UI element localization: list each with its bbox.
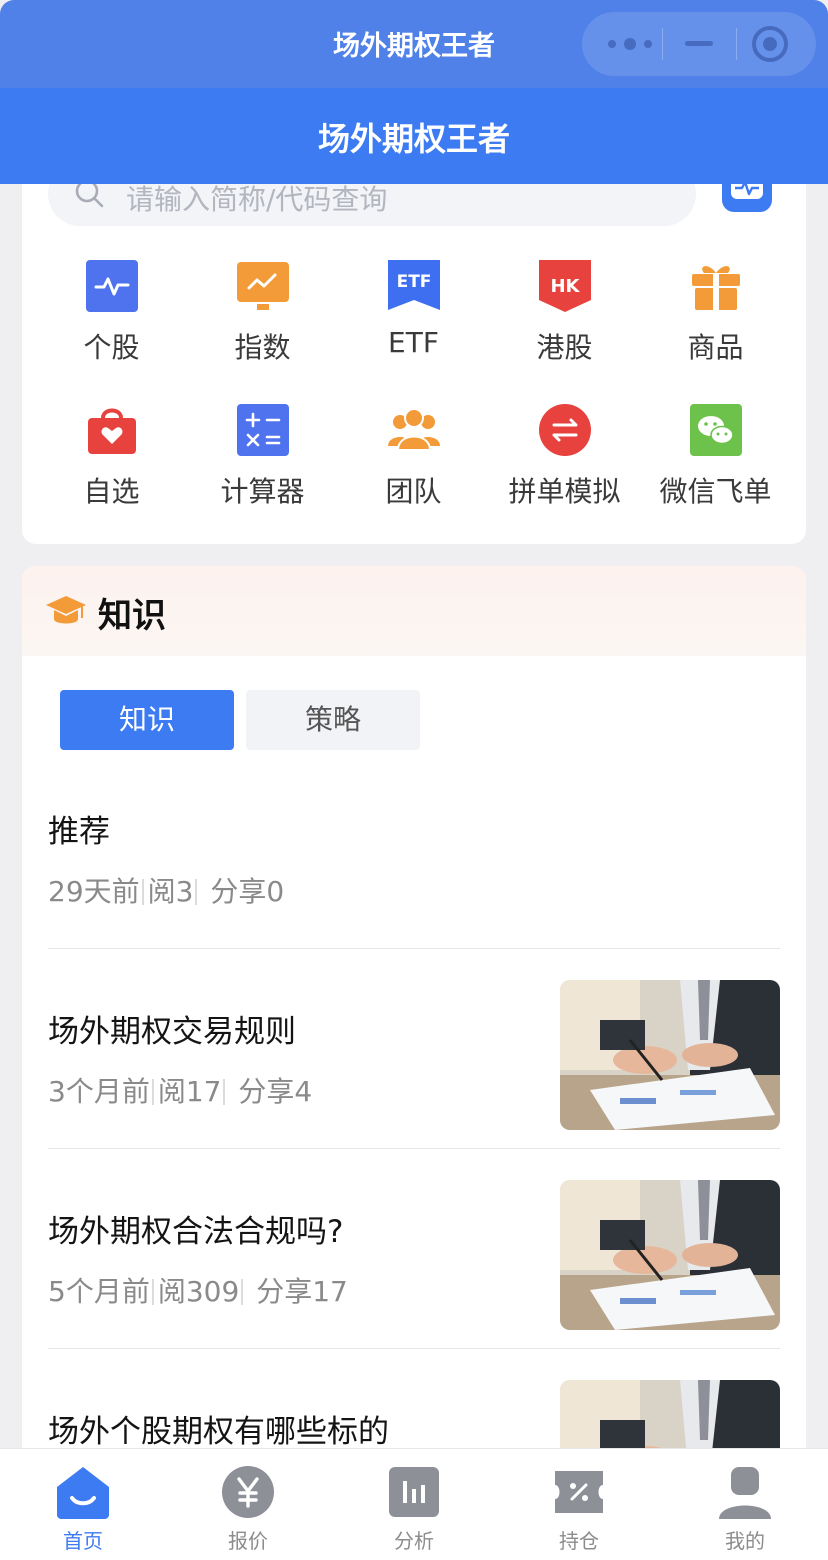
position-ticket-icon bbox=[555, 1471, 603, 1513]
svg-text:ETF: ETF bbox=[397, 272, 432, 292]
grid-label: 微信飞单 bbox=[659, 475, 772, 508]
grid-label: 商品 bbox=[687, 331, 744, 364]
divider bbox=[48, 1348, 780, 1349]
grid-item-merge-simulation[interactable]: 拼单模拟 bbox=[489, 404, 640, 514]
tabbar-label: 我的 bbox=[725, 1529, 765, 1553]
search-placeholder: 请输入简称/代码查询 bbox=[126, 183, 388, 216]
close-miniprogram-icon[interactable] bbox=[752, 26, 788, 62]
calculator-icon bbox=[237, 404, 289, 456]
feature-card: 请输入简称/代码查询 个股 指数 ETF ETF HK 港股 商品 自选 计算器… bbox=[22, 150, 806, 544]
article-title: 推荐 bbox=[48, 814, 110, 850]
grid-item-wechat-order[interactable]: 微信飞单 bbox=[640, 404, 791, 514]
tab-knowledge[interactable]: 知识 bbox=[60, 690, 234, 750]
graduation-cap-icon bbox=[46, 596, 86, 624]
knowledge-title: 知识 bbox=[98, 596, 166, 636]
article-item[interactable]: 场外期权合法合规吗? 5个月前 阅309 分享17 bbox=[48, 1180, 780, 1380]
divider bbox=[48, 1148, 780, 1149]
divider bbox=[48, 948, 780, 949]
grid-label: 计算器 bbox=[220, 475, 305, 508]
grid-item-favorites[interactable]: 自选 bbox=[36, 404, 187, 514]
grid-label: 拼单模拟 bbox=[508, 475, 621, 508]
tabbar-label: 报价 bbox=[228, 1529, 268, 1553]
tabbar-label: 首页 bbox=[63, 1529, 103, 1553]
grid-label: 指数 bbox=[234, 331, 291, 364]
article-shares: 分享0 bbox=[210, 875, 285, 908]
exchange-icon bbox=[539, 404, 591, 456]
team-icon bbox=[388, 408, 440, 451]
article-reads: 阅309 bbox=[157, 1275, 240, 1308]
bottom-tab-bar: 首页 报价 分析 持仓 我的 bbox=[0, 1448, 828, 1560]
article-thumbnail bbox=[560, 980, 780, 1130]
mini-program-bar: 场外期权王者 bbox=[0, 0, 828, 88]
article-item[interactable]: 场外期权交易规则 3个月前 阅17 分享4 bbox=[48, 980, 780, 1180]
yen-icon bbox=[222, 1466, 274, 1518]
gift-icon bbox=[692, 266, 740, 310]
tabbar-mine[interactable]: 我的 bbox=[690, 1463, 800, 1553]
more-dots-icon[interactable] bbox=[604, 34, 668, 54]
home-icon bbox=[57, 1467, 109, 1519]
tabbar-analysis[interactable]: 分析 bbox=[359, 1463, 469, 1553]
index-chart-icon bbox=[237, 262, 289, 310]
analysis-icon bbox=[389, 1467, 439, 1517]
article-title: 场外个股期权有哪些标的 bbox=[48, 1414, 389, 1450]
article-meta: 29天前 阅3 分享0 bbox=[48, 870, 284, 910]
article-meta: 3个月前 阅17 分享4 bbox=[48, 1070, 312, 1110]
stock-pulse-icon bbox=[86, 260, 138, 312]
grid-label: 港股 bbox=[536, 331, 593, 364]
article-time: 3个月前 bbox=[48, 1075, 150, 1108]
capsule-menu bbox=[582, 12, 816, 76]
grid-label: 团队 bbox=[385, 475, 442, 508]
grid-item-team[interactable]: 团队 bbox=[338, 404, 489, 514]
grid-item-commodity[interactable]: 商品 bbox=[640, 260, 791, 370]
article-title: 场外期权交易规则 bbox=[48, 1014, 296, 1050]
profile-icon bbox=[719, 1467, 771, 1519]
wechat-icon bbox=[690, 404, 742, 456]
tab-strategy[interactable]: 策略 bbox=[246, 690, 420, 750]
grid-item-stock[interactable]: 个股 bbox=[36, 260, 187, 370]
knowledge-header: 知识 bbox=[22, 566, 806, 656]
article-thumbnail bbox=[560, 1180, 780, 1330]
minimize-icon[interactable] bbox=[685, 41, 713, 46]
article-shares: 分享17 bbox=[256, 1275, 348, 1308]
grid-item-etf[interactable]: ETF ETF bbox=[338, 260, 489, 370]
article-meta: 5个月前 阅309 分享17 bbox=[48, 1270, 348, 1310]
page-title: 场外期权王者 bbox=[317, 120, 510, 158]
article-title: 场外期权合法合规吗? bbox=[48, 1214, 344, 1250]
article-time: 29天前 bbox=[48, 875, 140, 908]
grid-item-calculator[interactable]: 计算器 bbox=[187, 404, 338, 514]
article-reads: 阅17 bbox=[157, 1075, 222, 1108]
article-item[interactable]: 推荐 29天前 阅3 分享0 bbox=[48, 806, 780, 1006]
article-shares: 分享4 bbox=[238, 1075, 313, 1108]
tabbar-label: 持仓 bbox=[559, 1529, 599, 1553]
article-time: 5个月前 bbox=[48, 1275, 150, 1308]
grid-label: 自选 bbox=[83, 475, 140, 508]
grid-item-index[interactable]: 指数 bbox=[187, 260, 338, 370]
grid-label: ETF bbox=[388, 326, 439, 359]
tabbar-quote[interactable]: 报价 bbox=[193, 1463, 303, 1553]
tabbar-home[interactable]: 首页 bbox=[28, 1463, 138, 1553]
navigation-bar: 场外期权王者 bbox=[0, 88, 828, 184]
tabbar-label: 分析 bbox=[394, 1529, 434, 1553]
grid-label: 个股 bbox=[83, 331, 140, 364]
favorite-bag-icon bbox=[88, 408, 136, 454]
etf-badge-icon: ETF bbox=[388, 260, 440, 310]
article-reads: 阅3 bbox=[147, 875, 194, 908]
svg-text:HK: HK bbox=[550, 276, 580, 297]
tabbar-position[interactable]: 持仓 bbox=[524, 1463, 634, 1553]
hk-badge-icon: HK bbox=[539, 260, 591, 312]
knowledge-card: 知识 知识 策略 推荐 29天前 阅3 分享0 场外期权交易规则 3个月前 阅17 … bbox=[22, 566, 806, 1466]
grid-item-hk[interactable]: HK 港股 bbox=[489, 260, 640, 370]
